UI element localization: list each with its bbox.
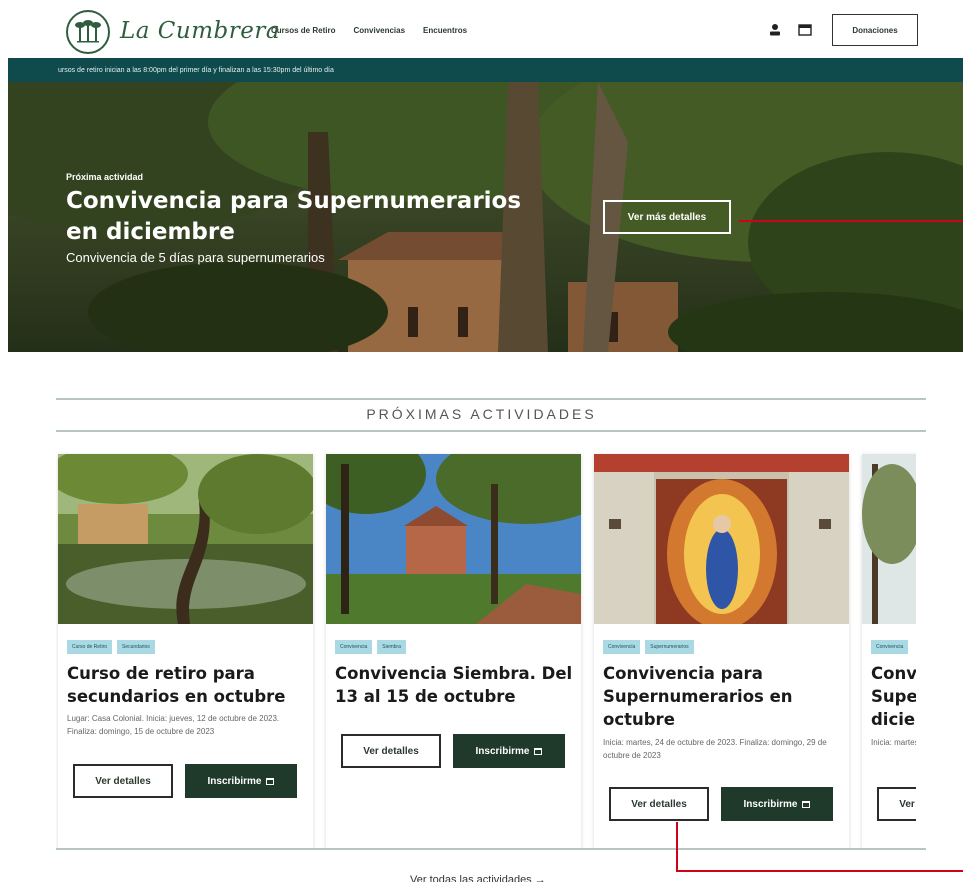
brand-name[interactable]: La Cumbrera [120, 18, 280, 44]
card-meta: Lugar: Casa Colonial. Inicia: jueves, 12… [67, 714, 280, 736]
tag-list: Convivencia Siembra [335, 640, 406, 654]
donate-button[interactable]: Donaciones [832, 14, 918, 46]
card-title: Convivencia Siembra. Del 13 al 15 de oct… [335, 664, 573, 706]
details-button[interactable]: Ver detalles [73, 764, 173, 798]
card-title: Convivencia para Supernumerarios en octu… [603, 664, 793, 729]
signup-button[interactable]: Inscribirme [185, 764, 297, 798]
hero-title: Convivencia para Supernumerarios en dici… [66, 188, 522, 245]
nav-item-cursos[interactable]: Cursos de Retiro [271, 26, 335, 35]
activity-card: Convivencia Siembra Convivencia Siembra.… [326, 454, 581, 850]
view-all-link[interactable]: Ver todas las actividades → [410, 874, 546, 882]
tag[interactable]: Convivencia [871, 640, 909, 654]
activity-image [594, 454, 849, 624]
details-button[interactable]: Ver detalles [609, 787, 709, 821]
calendar-icon[interactable] [798, 24, 812, 36]
activities-carousel[interactable]: Curso de Retiro Secundarios Curso de ret… [56, 446, 916, 850]
announcement-bar: ursos de retiro inician a las 8:00pm del… [8, 58, 963, 82]
calendar-icon [534, 747, 543, 755]
section-title: PRÓXIMAS ACTIVIDADES [366, 406, 597, 422]
tag[interactable]: Convivencia [335, 640, 373, 654]
tag-list: Curso de Retiro Secundarios [67, 640, 155, 654]
signup-button[interactable]: Inscribirme [453, 734, 565, 768]
details-button[interactable]: Ver detalles [877, 787, 916, 821]
divider [56, 398, 926, 400]
activity-card: Convivencia Convivencia para Supernumera… [862, 454, 916, 850]
annotation-line [676, 870, 963, 872]
tree-logo-icon[interactable] [66, 10, 110, 54]
signup-label: Inscribirme [475, 745, 530, 757]
hero-banner: Próxima actividad Convivencia para Super… [8, 82, 963, 352]
card-meta: Inicia: martes, 24 de octubre de 2023. F… [603, 738, 827, 760]
tag[interactable]: Convivencia [603, 640, 641, 654]
tag-list: Convivencia Supernumerarios [603, 640, 694, 654]
user-icon[interactable] [768, 23, 782, 37]
nav-item-encuentros[interactable]: Encuentros [423, 26, 467, 35]
site-header: La Cumbrera Cursos de Retiro Convivencia… [8, 6, 963, 58]
card-title: Curso de retiro para secundarios en octu… [67, 664, 286, 706]
divider [56, 848, 926, 850]
calendar-icon [802, 800, 811, 808]
annotation-line [739, 220, 963, 222]
activity-card: Curso de Retiro Secundarios Curso de ret… [58, 454, 313, 850]
tag[interactable]: Secundarios [117, 640, 155, 654]
tag[interactable]: Supernumerarios [645, 640, 694, 654]
main-nav: Cursos de Retiro Convivencias Encuentros [271, 26, 467, 35]
signup-button[interactable]: Inscribirme [721, 787, 833, 821]
nav-item-convivencias[interactable]: Convivencias [353, 26, 405, 35]
calendar-icon [266, 777, 275, 785]
tag[interactable]: Curso de Retiro [67, 640, 113, 654]
annotation-line [676, 822, 678, 872]
activity-image [58, 454, 313, 624]
hero-details-button[interactable]: Ver más detalles [603, 200, 731, 234]
tag-list: Convivencia [871, 640, 909, 654]
hero-eyebrow: Próxima actividad [66, 172, 144, 182]
activity-image [862, 454, 916, 624]
tag[interactable]: Siembra [377, 640, 406, 654]
activity-image [326, 454, 581, 624]
card-meta: Inicia: martes... domingo... [871, 738, 916, 747]
signup-label: Inscribirme [207, 775, 262, 787]
card-title: Convivencia para Supernumerarios en dici… [871, 664, 916, 729]
divider [56, 430, 926, 432]
hero-subtitle: Convivencia de 5 días para supernumerari… [66, 250, 325, 265]
details-button[interactable]: Ver detalles [341, 734, 441, 768]
signup-label: Inscribirme [743, 798, 798, 810]
activity-card: Convivencia Supernumerarios Convivencia … [594, 454, 849, 850]
